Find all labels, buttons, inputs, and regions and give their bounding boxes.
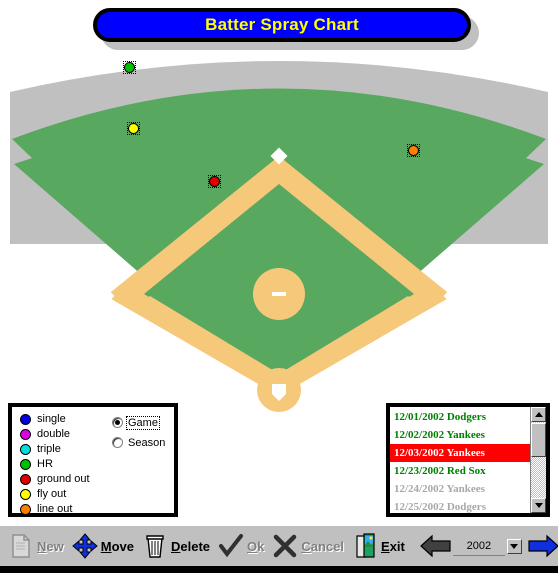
banner-plate: Batter Spray Chart [93,8,471,42]
delete-button[interactable]: Delete [142,526,210,566]
plot-point-line-out[interactable] [407,144,420,157]
base-first [443,287,461,305]
scroll-down-button[interactable] [531,498,546,513]
plot-point-hr[interactable] [123,61,136,74]
legend-item-ground-out: ground out [20,472,90,486]
list-item[interactable]: 12/01/2002 Dodgers [390,408,530,426]
game-list[interactable]: 12/01/2002 Dodgers 12/02/2002 Yankees 12… [390,407,530,513]
legend-item-double: double [20,427,90,441]
radio-button-icon[interactable] [112,437,123,448]
plot-point-fly-out[interactable] [127,122,140,135]
next-year-arrow-icon[interactable] [526,532,558,560]
legend-panel: single double triple HR ground out fly o… [8,403,178,517]
ok-button[interactable]: Ok [218,526,264,566]
trash-icon [142,532,168,560]
new-button[interactable]: New [8,526,64,566]
radio-game-label: Game [126,415,160,430]
selection-marquee [123,61,136,74]
year-dropdown-button[interactable] [506,538,522,554]
selection-marquee [127,122,140,135]
scroll-up-button[interactable] [531,407,546,422]
chevron-down-icon [510,543,519,549]
scrollbar-thumb[interactable] [531,423,546,457]
exit-button[interactable]: Exit [352,526,405,566]
legend-item-label: fly out [37,488,67,500]
ok-button-label: Ok [247,538,265,554]
legend-color-swatch [20,443,31,455]
year-navigator: 2002 [419,532,558,560]
legend-item-single: single [20,412,90,426]
exit-button-label: Exit [381,538,405,554]
legend-item-line-out: line out [20,502,90,516]
list-item[interactable]: 12/02/2002 Yankees [390,426,530,444]
toolbar-bottom-bar [0,566,558,573]
radio-season[interactable]: Season [112,434,166,451]
delete-button-label: Delete [170,538,211,554]
chevron-down-icon [534,503,543,508]
pitchers-rubber [272,292,286,296]
list-item[interactable]: 12/23/2002 Red Sox [390,462,530,480]
legend-item-fly-out: fly out [20,487,90,501]
x-mark-icon [272,532,298,560]
move-button[interactable]: Move [71,526,134,566]
move-arrows-icon [71,532,98,560]
legend-item-label: line out [37,503,73,515]
year-select[interactable]: 2002 [452,536,505,556]
selection-marquee [407,144,420,157]
list-item[interactable]: 12/25/2002 Dodgers [390,498,530,513]
list-item[interactable]: 12/24/2002 Yankees [390,480,530,498]
legend-color-swatch [20,458,31,470]
legend-color-swatch [20,473,31,485]
selection-marquee [208,175,221,188]
legend-items: single double triple HR ground out fly o… [20,412,90,517]
list-item-selected[interactable]: 12/03/2002 Yankees [390,444,530,462]
year-value: 2002 [466,539,492,552]
new-button-label: New [37,538,64,554]
chevron-up-icon [534,412,543,417]
legend-item-hr: HR [20,457,90,471]
legend-item-label: ground out [37,473,90,485]
cancel-button-label: Cancel [301,538,345,554]
cancel-button[interactable]: Cancel [272,526,344,566]
move-button-label: Move [100,538,134,554]
legend-item-label: single [37,413,66,425]
base-third [97,287,115,305]
field-graphic [10,61,548,412]
title-banner: Batter Spray Chart [0,0,558,50]
game-list-panel: 12/01/2002 Dodgers 12/02/2002 Yankees 12… [386,403,550,517]
page-title: Batter Spray Chart [205,15,359,34]
scrollbar[interactable] [530,407,546,513]
exit-door-icon [352,532,378,560]
legend-item-triple: triple [20,442,90,456]
spray-chart-field[interactable] [0,44,558,420]
legend-color-swatch [20,428,31,440]
scope-radio-group: Game Season [112,414,166,454]
radio-game[interactable]: Game [112,414,166,431]
legend-item-label: triple [37,443,61,455]
legend-color-swatch [20,503,31,515]
legend-color-swatch [20,413,31,425]
radio-season-label: Season [128,436,166,449]
previous-year-arrow-icon[interactable] [419,532,453,560]
toolbar: New Move Delete Ok Cancel Exit 2002 [0,524,558,573]
legend-item-label: double [37,428,71,440]
document-icon [8,532,34,560]
plot-point-ground-out[interactable] [208,175,221,188]
radio-button-icon[interactable] [112,417,123,428]
legend-item-label: HR [37,458,53,470]
checkmark-icon [218,532,244,560]
legend-color-swatch [20,488,31,500]
